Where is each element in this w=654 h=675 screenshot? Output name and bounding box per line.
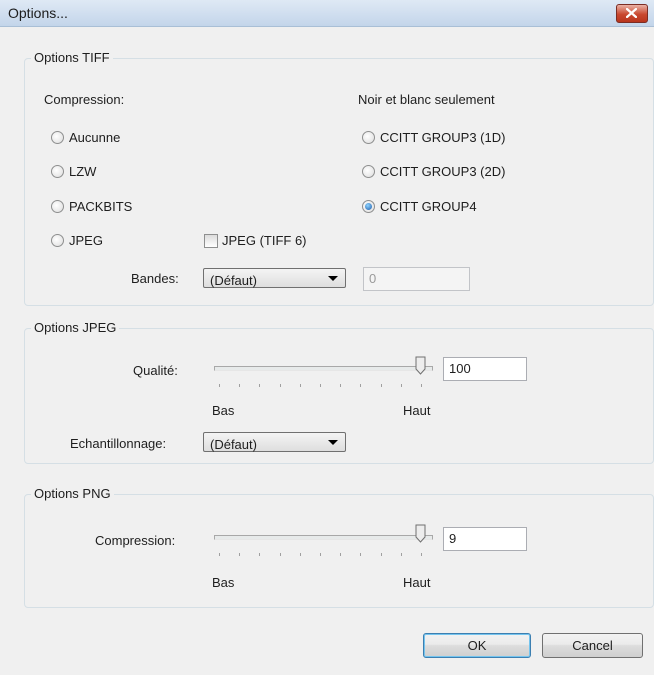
jpeg-tiff6-checkbox-box (204, 233, 218, 248)
slider-tick (219, 384, 220, 387)
radio-none[interactable]: Aucunne (51, 130, 120, 145)
quality-slider-thumb[interactable] (415, 356, 426, 375)
title-bar: Options... (0, 0, 654, 27)
png-compression-slider-track[interactable] (214, 535, 433, 540)
slider-tick (300, 553, 301, 556)
bandes-select-value: (Défaut) (210, 273, 257, 288)
jpeg-group-title: Options JPEG (31, 320, 120, 335)
sampling-select[interactable]: (Défaut) (203, 432, 346, 452)
radio-packbits[interactable]: PACKBITS (51, 199, 132, 214)
slider-tick (360, 384, 361, 387)
slider-tick (401, 553, 402, 556)
quality-high-label: Haut (403, 403, 431, 418)
window-title: Options... (8, 5, 68, 21)
radio-ccitt-group3-1d-indicator (362, 131, 375, 144)
quality-label: Qualité: (133, 363, 178, 378)
compression-label: Compression: (44, 92, 125, 107)
radio-lzw-label: LZW (69, 164, 97, 179)
slider-tick (259, 384, 260, 387)
sampling-select-value: (Défaut) (210, 437, 257, 452)
slider-tick (280, 553, 281, 556)
close-button[interactable] (616, 4, 648, 23)
png-compression-label: Compression: (95, 533, 176, 548)
png-options-group: Options PNG (24, 486, 654, 608)
bandes-select[interactable]: (Défaut) (203, 268, 346, 288)
jpeg-tiff6-label: JPEG (TIFF 6) (222, 233, 307, 248)
slider-tick (421, 384, 422, 387)
slider-tick (360, 553, 361, 556)
slider-tick (300, 384, 301, 387)
slider-tick (340, 553, 341, 556)
ok-button[interactable]: OK (423, 633, 531, 658)
jpeg-tiff6-checkbox[interactable]: JPEG (TIFF 6) (204, 233, 307, 248)
radio-packbits-label: PACKBITS (69, 199, 133, 214)
slider-tick (239, 384, 240, 387)
radio-jpeg-indicator (51, 234, 64, 247)
chevron-down-icon (328, 276, 338, 281)
png-group-title: Options PNG (31, 486, 114, 501)
quality-low-label: Bas (212, 403, 235, 418)
cancel-button[interactable]: Cancel (542, 633, 643, 658)
slider-tick (381, 553, 382, 556)
slider-tick (421, 553, 422, 556)
bw-only-label: Noir et blanc seulement (358, 92, 495, 107)
png-high-label: Haut (403, 575, 431, 590)
quality-input[interactable]: 100 (443, 357, 527, 381)
tiff-group-title: Options TIFF (31, 50, 113, 65)
quality-slider-track[interactable] (214, 366, 433, 371)
slider-tick (320, 553, 321, 556)
slider-tick (259, 553, 260, 556)
sampling-label: Echantillonnage: (70, 436, 167, 451)
radio-none-indicator (51, 131, 64, 144)
options-dialog: Options... Options TIFF Compression: Noi… (0, 0, 654, 675)
bandes-count-input[interactable]: 0 (363, 267, 470, 291)
radio-ccitt-group3-1d[interactable]: CCITT GROUP3 (1D) (362, 130, 505, 145)
radio-ccitt-group4[interactable]: CCITT GROUP4 (362, 199, 477, 214)
radio-ccitt-group3-1d-label: CCITT GROUP3 (1D) (380, 130, 506, 145)
slider-tick (320, 384, 321, 387)
radio-ccitt-group3-2d[interactable]: CCITT GROUP3 (2D) (362, 164, 505, 179)
radio-ccitt-group3-2d-label: CCITT GROUP3 (2D) (380, 164, 506, 179)
png-low-label: Bas (212, 575, 235, 590)
slider-tick (401, 384, 402, 387)
radio-lzw-indicator (51, 165, 64, 178)
radio-ccitt-group4-indicator (362, 200, 375, 213)
radio-packbits-indicator (51, 200, 64, 213)
radio-ccitt-group3-2d-indicator (362, 165, 375, 178)
radio-none-label: Aucunne (69, 130, 121, 145)
bandes-label: Bandes: (131, 271, 179, 286)
radio-lzw[interactable]: LZW (51, 164, 96, 179)
chevron-down-icon (328, 440, 338, 445)
slider-tick (381, 384, 382, 387)
slider-tick (280, 384, 281, 387)
radio-ccitt-group4-label: CCITT GROUP4 (380, 199, 477, 214)
radio-jpeg-label: JPEG (69, 233, 103, 248)
close-icon (626, 8, 637, 18)
png-compression-slider-thumb[interactable] (415, 524, 426, 543)
slider-tick (219, 553, 220, 556)
radio-jpeg[interactable]: JPEG (51, 233, 103, 248)
png-compression-input[interactable]: 9 (443, 527, 527, 551)
slider-tick (239, 553, 240, 556)
slider-tick (340, 384, 341, 387)
